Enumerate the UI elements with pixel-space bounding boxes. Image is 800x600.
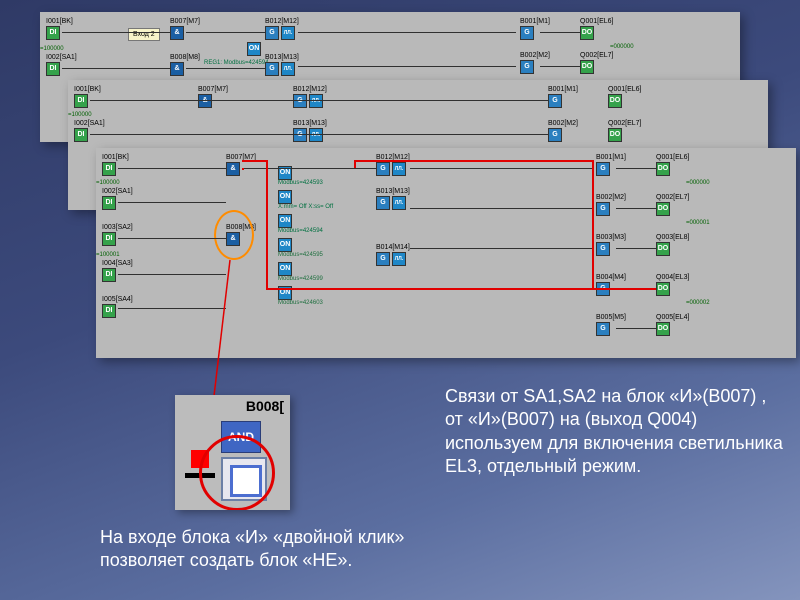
g-icon: G <box>265 62 279 76</box>
addr-label: =100000 <box>40 46 64 52</box>
g-icon: G <box>520 60 534 74</box>
red-wire <box>266 160 268 288</box>
block-label: B001[M1] <box>520 18 550 25</box>
do-icon: DO <box>580 60 594 74</box>
red-circle-highlight <box>199 435 275 510</box>
block-label: I002[SA1] <box>46 54 77 61</box>
tooltip: Вход 2 <box>128 28 160 41</box>
jul-icon: ЛЛ. <box>281 26 295 40</box>
and-icon: & <box>170 62 184 76</box>
highlight-ellipse <box>214 210 254 260</box>
caption-below: На входе блока «И» «двойной клик» позвол… <box>100 526 480 573</box>
block-label: B013[M13] <box>265 54 299 61</box>
do-icon: DO <box>580 26 594 40</box>
block-label: Q002[EL7] <box>580 52 613 59</box>
on-icon: ON <box>247 42 261 56</box>
di-icon: DI <box>46 26 60 40</box>
caption-right: Связи от SA1,SA2 на блок «И»(B007) , от … <box>445 385 785 479</box>
diagram-pane-front: I001[BK] DI I002[SA1] DI =100000 I003[SA… <box>96 148 796 358</box>
block-label: B002[M2] <box>520 52 550 59</box>
di-icon: DI <box>46 62 60 76</box>
block-label: B008[M8] <box>170 54 200 61</box>
callout-thumbnail: B008[ AND <box>175 395 290 510</box>
slide: I001[BK] DI I002[SA1] DI =100000 Вход 2 … <box>0 0 800 600</box>
g-icon: G <box>265 26 279 40</box>
addr-label: =000000 <box>610 44 634 50</box>
thumb-title: B008[ <box>246 399 284 413</box>
jul-icon: ЛЛ. <box>281 62 295 76</box>
block-label: I001[BK] <box>46 18 73 25</box>
reg-label: REG1: Modbus=424594 <box>204 60 269 66</box>
block-label: B012[M12] <box>265 18 299 25</box>
block-label: Q001[EL6] <box>580 18 613 25</box>
g-icon: G <box>520 26 534 40</box>
and-icon: & <box>170 26 184 40</box>
diagram-stack: I001[BK] DI I002[SA1] DI =100000 Вход 2 … <box>0 0 800 360</box>
block-label: B007[M7] <box>170 18 200 25</box>
